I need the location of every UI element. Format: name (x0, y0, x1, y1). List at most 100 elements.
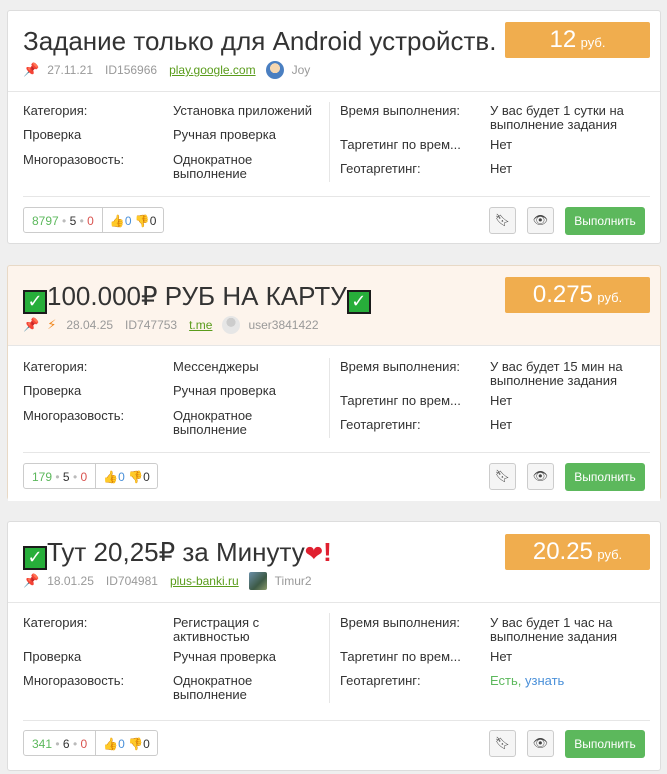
thumbs-down-icon[interactable]: 👎 (128, 737, 143, 751)
thumbs-up-icon[interactable]: 👍 (110, 214, 125, 228)
rejected-count: 0 (87, 214, 94, 228)
category-value: Установка приложений (173, 103, 313, 118)
task-stats: 341 • 6 • 0 👍0 👎0 (23, 730, 158, 756)
task-domain-link[interactable]: play.google.com (169, 63, 256, 77)
thumbs-up-icon[interactable]: 👍 (103, 470, 118, 484)
check-value: Ручная проверка (173, 649, 276, 664)
task-meta: 📌 18.01.25 ID704981 plus-banki.ru Timur2 (23, 572, 312, 590)
done-count: 6 (62, 737, 70, 751)
eye-icon[interactable]: 👁 (527, 207, 554, 234)
targeting-time-label: Таргетинг по врем... (340, 138, 461, 152)
geo-label: Геотаргетинг: (340, 418, 421, 432)
task-id: ID704981 (105, 574, 158, 588)
thumbs-down-icon[interactable]: 👎 (135, 214, 150, 228)
price-badge: 0.275 руб. (505, 277, 650, 313)
thumbs-down-icon[interactable]: 👎 (128, 470, 143, 484)
task-meta: 📌 27.11.21 ID156966 play.google.com Joy (23, 61, 310, 79)
category-value: Регистрация с активностью (173, 615, 260, 644)
dislikes-count: 0 (143, 470, 150, 484)
exclamation-icon: ! (323, 537, 332, 567)
geo-label: Геотаргетинг: (340, 162, 421, 176)
category-value: Мессенджеры (173, 359, 259, 374)
likes-count: 0 (124, 214, 132, 228)
geo-value: Есть, узнать (490, 673, 565, 688)
avatar[interactable] (265, 61, 284, 79)
check-mark-icon: ✓ (23, 546, 47, 570)
bookmark-icon[interactable]: 🔖︎ (489, 463, 516, 490)
repeat-label: Многоразовость: (23, 152, 125, 167)
check-mark-icon: ✓ (346, 290, 371, 314)
pin-icon: 📌 (23, 317, 40, 333)
likes-count: 0 (118, 737, 125, 751)
avatar[interactable] (222, 316, 241, 334)
targeting-time-value: Нет (490, 393, 513, 408)
targeting-time-label: Таргетинг по врем... (340, 650, 461, 664)
targeting-time-value: Нет (490, 137, 513, 152)
check-label: Проверка (23, 383, 82, 398)
task-date: 18.01.25 (47, 574, 94, 588)
pin-icon: 📌 (23, 62, 40, 78)
check-label: Проверка (23, 127, 82, 142)
targeting-time-value: Нет (490, 649, 513, 664)
time-label: Время выполнения: (340, 360, 461, 374)
heart-icon: ❤ (304, 542, 324, 567)
time-value: У вас будет 15 мин на выполнение задания (490, 359, 623, 388)
do-task-button[interactable]: Выполнить (565, 463, 645, 491)
dislikes-count: 0 (149, 214, 157, 228)
task-domain-link[interactable]: plus-banki.ru (170, 574, 239, 588)
time-value: У вас будет 1 час на выполнение задания (490, 615, 617, 644)
geo-value: Нет (490, 161, 513, 176)
geo-details-link[interactable]: узнать (525, 673, 564, 688)
task-title[interactable]: ✓ Тут 20,25₽ за Минуту❤! (23, 536, 332, 571)
task-card: Задание только для Android устройств. 12… (7, 10, 661, 244)
rejected-count: 0 (80, 737, 88, 751)
do-task-button[interactable]: Выполнить (565, 207, 645, 235)
check-value: Ручная проверка (173, 127, 276, 142)
likes-count: 0 (118, 470, 125, 484)
views-count: 341 (32, 737, 53, 751)
price-badge: 20.25 руб. (505, 534, 650, 570)
task-stats: 8797 • 5 • 0 👍0 👎0 (23, 207, 165, 233)
task-title[interactable]: Задание только для Android устройств. (23, 25, 496, 57)
task-user[interactable]: user3841422 (248, 318, 318, 332)
task-details: Категория: Установка приложений Проверка… (8, 91, 660, 245)
category-label: Категория: (23, 615, 88, 630)
repeat-value: Однократное выполнение (173, 408, 253, 437)
lightning-icon: ⚡ (47, 317, 57, 333)
category-label: Категория: (23, 359, 88, 374)
task-date: 27.11.21 (47, 63, 94, 77)
repeat-label: Многоразовость: (23, 673, 125, 688)
task-id: ID156966 (105, 63, 158, 77)
views-count: 179 (32, 470, 53, 484)
eye-icon[interactable]: 👁 (527, 730, 554, 757)
geo-value: Нет (490, 417, 513, 432)
task-details: Категория: Мессенджеры Проверка Ручная п… (8, 345, 660, 501)
task-domain-link[interactable]: t.me (189, 318, 212, 332)
thumbs-up-icon[interactable]: 👍 (103, 737, 118, 751)
check-label: Проверка (23, 649, 82, 664)
do-task-button[interactable]: Выполнить (565, 730, 645, 758)
bookmark-icon[interactable]: 🔖︎ (489, 730, 516, 757)
repeat-label: Многоразовость: (23, 408, 125, 423)
task-user[interactable]: Timur2 (275, 574, 312, 588)
views-count: 8797 (32, 214, 59, 228)
bookmark-icon[interactable]: 🔖︎ (489, 207, 516, 234)
check-value: Ручная проверка (173, 383, 276, 398)
task-user[interactable]: Joy (292, 63, 311, 77)
pin-icon: 📌 (23, 573, 40, 589)
eye-icon[interactable]: 👁 (527, 463, 554, 490)
task-stats: 179 • 5 • 0 👍0 👎0 (23, 463, 158, 489)
task-card: ✓ Тут 20,25₽ за Минуту❤! 20.25 руб. 📌 18.… (7, 521, 661, 771)
time-label: Время выполнения: (340, 616, 461, 630)
task-title[interactable]: ✓ 100.000₽ РУБ НА КАРТУ ✓ (23, 280, 371, 314)
check-mark-icon: ✓ (23, 290, 47, 314)
repeat-value: Однократное выполнение (173, 152, 253, 181)
time-value: У вас будет 1 сутки на выполнение задани… (490, 103, 624, 132)
repeat-value: Однократное выполнение (173, 673, 253, 702)
time-label: Время выполнения: (340, 104, 461, 118)
done-count: 5 (69, 214, 77, 228)
task-card: ✓ 100.000₽ РУБ НА КАРТУ ✓ 0.275 руб. 📌 ⚡ 2… (7, 265, 661, 501)
task-date: 28.04.25 (66, 318, 114, 332)
avatar[interactable] (248, 572, 267, 590)
rejected-count: 0 (80, 470, 88, 484)
